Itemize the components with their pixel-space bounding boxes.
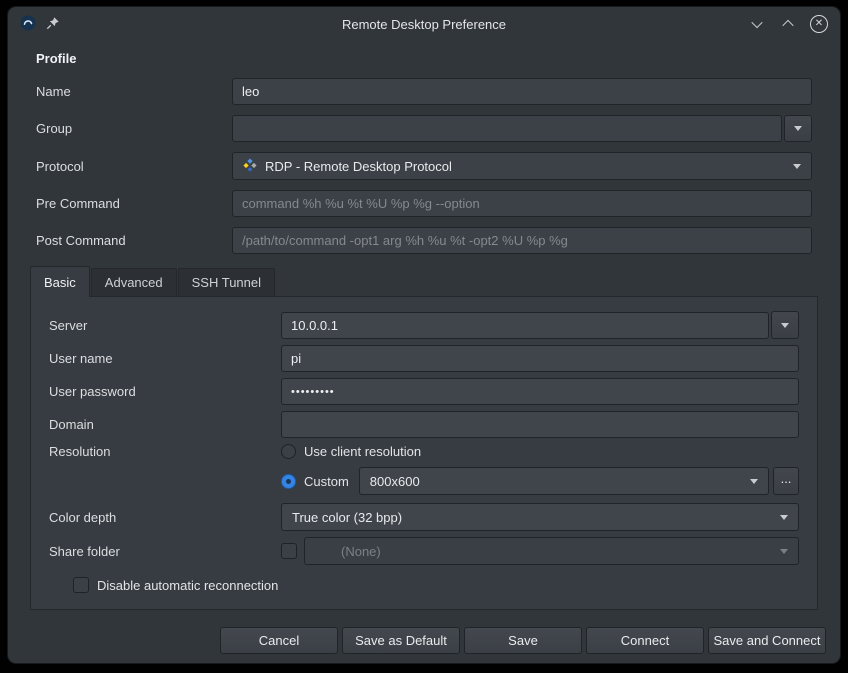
server-row: Server — [49, 311, 799, 339]
remote-desktop-preference-dialog: Remote Desktop Preference ✕ Profile Name… — [7, 6, 841, 664]
protocol-select[interactable]: RDP - Remote Desktop Protocol — [232, 152, 812, 180]
custom-resolution-value: 800x600 — [370, 474, 420, 489]
username-label: User name — [49, 351, 281, 366]
tab-advanced[interactable]: Advanced — [91, 268, 177, 296]
titlebar-right: ✕ — [748, 15, 828, 33]
custom-resolution-radio[interactable] — [281, 474, 296, 489]
save-and-connect-button[interactable]: Save and Connect — [708, 627, 826, 654]
profile-form: Profile Name Group Protocol RDP - Remote… — [8, 41, 840, 254]
username-row: User name — [49, 345, 799, 372]
protocol-label: Protocol — [36, 159, 232, 174]
username-input[interactable] — [281, 345, 799, 372]
name-row: Name — [36, 78, 812, 105]
password-input[interactable] — [281, 378, 799, 405]
domain-label: Domain — [49, 417, 281, 432]
pre-command-label: Pre Command — [36, 196, 232, 211]
tab-ssh-tunnel[interactable]: SSH Tunnel — [178, 268, 275, 296]
disable-reconnect-checkbox[interactable] — [73, 577, 89, 593]
server-label: Server — [49, 318, 281, 333]
share-folder-controls: (None) — [281, 537, 799, 565]
server-input[interactable] — [281, 312, 769, 339]
app-icon — [20, 15, 36, 34]
share-folder-row: Share folder (None) — [49, 537, 799, 565]
dropdown-arrow-icon — [750, 479, 758, 484]
dropdown-arrow-icon — [781, 323, 789, 328]
titlebar: Remote Desktop Preference ✕ — [8, 7, 840, 41]
password-row: User password — [49, 378, 799, 405]
cancel-button[interactable]: Cancel — [220, 627, 338, 654]
group-label: Group — [36, 121, 232, 136]
dropdown-arrow-icon — [793, 164, 801, 169]
color-depth-label: Color depth — [49, 510, 281, 525]
profile-heading: Profile — [36, 51, 812, 66]
tab-bar: Basic Advanced SSH Tunnel — [8, 266, 840, 296]
name-label: Name — [36, 84, 232, 99]
dropdown-arrow-icon — [780, 515, 788, 520]
post-command-input[interactable] — [232, 227, 812, 254]
post-command-label: Post Command — [36, 233, 232, 248]
custom-resolution-label[interactable]: Custom — [304, 474, 349, 489]
titlebar-left — [20, 15, 60, 34]
save-button[interactable]: Save — [464, 627, 582, 654]
tab-basic[interactable]: Basic — [30, 266, 90, 297]
dropdown-arrow-icon — [794, 126, 802, 131]
share-folder-label: Share folder — [49, 544, 281, 559]
reconnect-row: Disable automatic reconnection — [73, 577, 799, 593]
chevron-up-button[interactable] — [779, 15, 797, 33]
share-folder-value: (None) — [315, 544, 381, 559]
protocol-value: RDP - Remote Desktop Protocol — [265, 159, 452, 174]
group-dropdown-button[interactable] — [784, 115, 812, 142]
resolution-row: Resolution Use client resolution — [49, 444, 799, 459]
resolution-more-button[interactable]: ... — [773, 467, 799, 495]
name-input[interactable] — [232, 78, 812, 105]
use-client-resolution-radio[interactable] — [281, 444, 296, 459]
protocol-row: Protocol RDP - Remote Desktop Protocol — [36, 152, 812, 180]
close-button[interactable]: ✕ — [810, 15, 828, 33]
pre-command-row: Pre Command — [36, 190, 812, 217]
color-depth-row: Color depth True color (32 bpp) — [49, 503, 799, 531]
server-dropdown-button[interactable] — [771, 311, 799, 339]
share-folder-checkbox[interactable] — [281, 543, 297, 559]
disable-reconnect-label[interactable]: Disable automatic reconnection — [97, 578, 278, 593]
resolution-label: Resolution — [49, 444, 281, 459]
save-as-default-button[interactable]: Save as Default — [342, 627, 460, 654]
color-depth-select[interactable]: True color (32 bpp) — [281, 503, 799, 531]
close-icon: ✕ — [815, 19, 823, 29]
custom-resolution-select[interactable]: 800x600 — [359, 467, 769, 495]
domain-row: Domain — [49, 411, 799, 438]
pre-command-input[interactable] — [232, 190, 812, 217]
post-command-row: Post Command — [36, 227, 812, 254]
chevron-down-button[interactable] — [748, 15, 766, 33]
window-title: Remote Desktop Preference — [8, 17, 840, 32]
chevron-down-icon — [751, 17, 762, 28]
group-row: Group — [36, 115, 812, 142]
password-label: User password — [49, 384, 281, 399]
chevron-up-icon — [782, 20, 793, 31]
color-depth-value: True color (32 bpp) — [292, 510, 402, 525]
pin-icon[interactable] — [46, 16, 60, 33]
group-input[interactable] — [232, 115, 782, 142]
share-folder-select: (None) — [304, 537, 799, 565]
action-bar: Cancel Save as Default Save Connect Save… — [30, 627, 826, 654]
rdp-protocol-icon — [243, 158, 257, 175]
resolution-custom-row: Custom 800x600 ... — [49, 467, 799, 495]
connect-button[interactable]: Connect — [586, 627, 704, 654]
basic-tab-panel: Server User name User password Domain Re… — [30, 296, 818, 610]
use-client-resolution-label[interactable]: Use client resolution — [304, 444, 421, 459]
domain-input[interactable] — [281, 411, 799, 438]
dropdown-arrow-icon — [780, 549, 788, 554]
